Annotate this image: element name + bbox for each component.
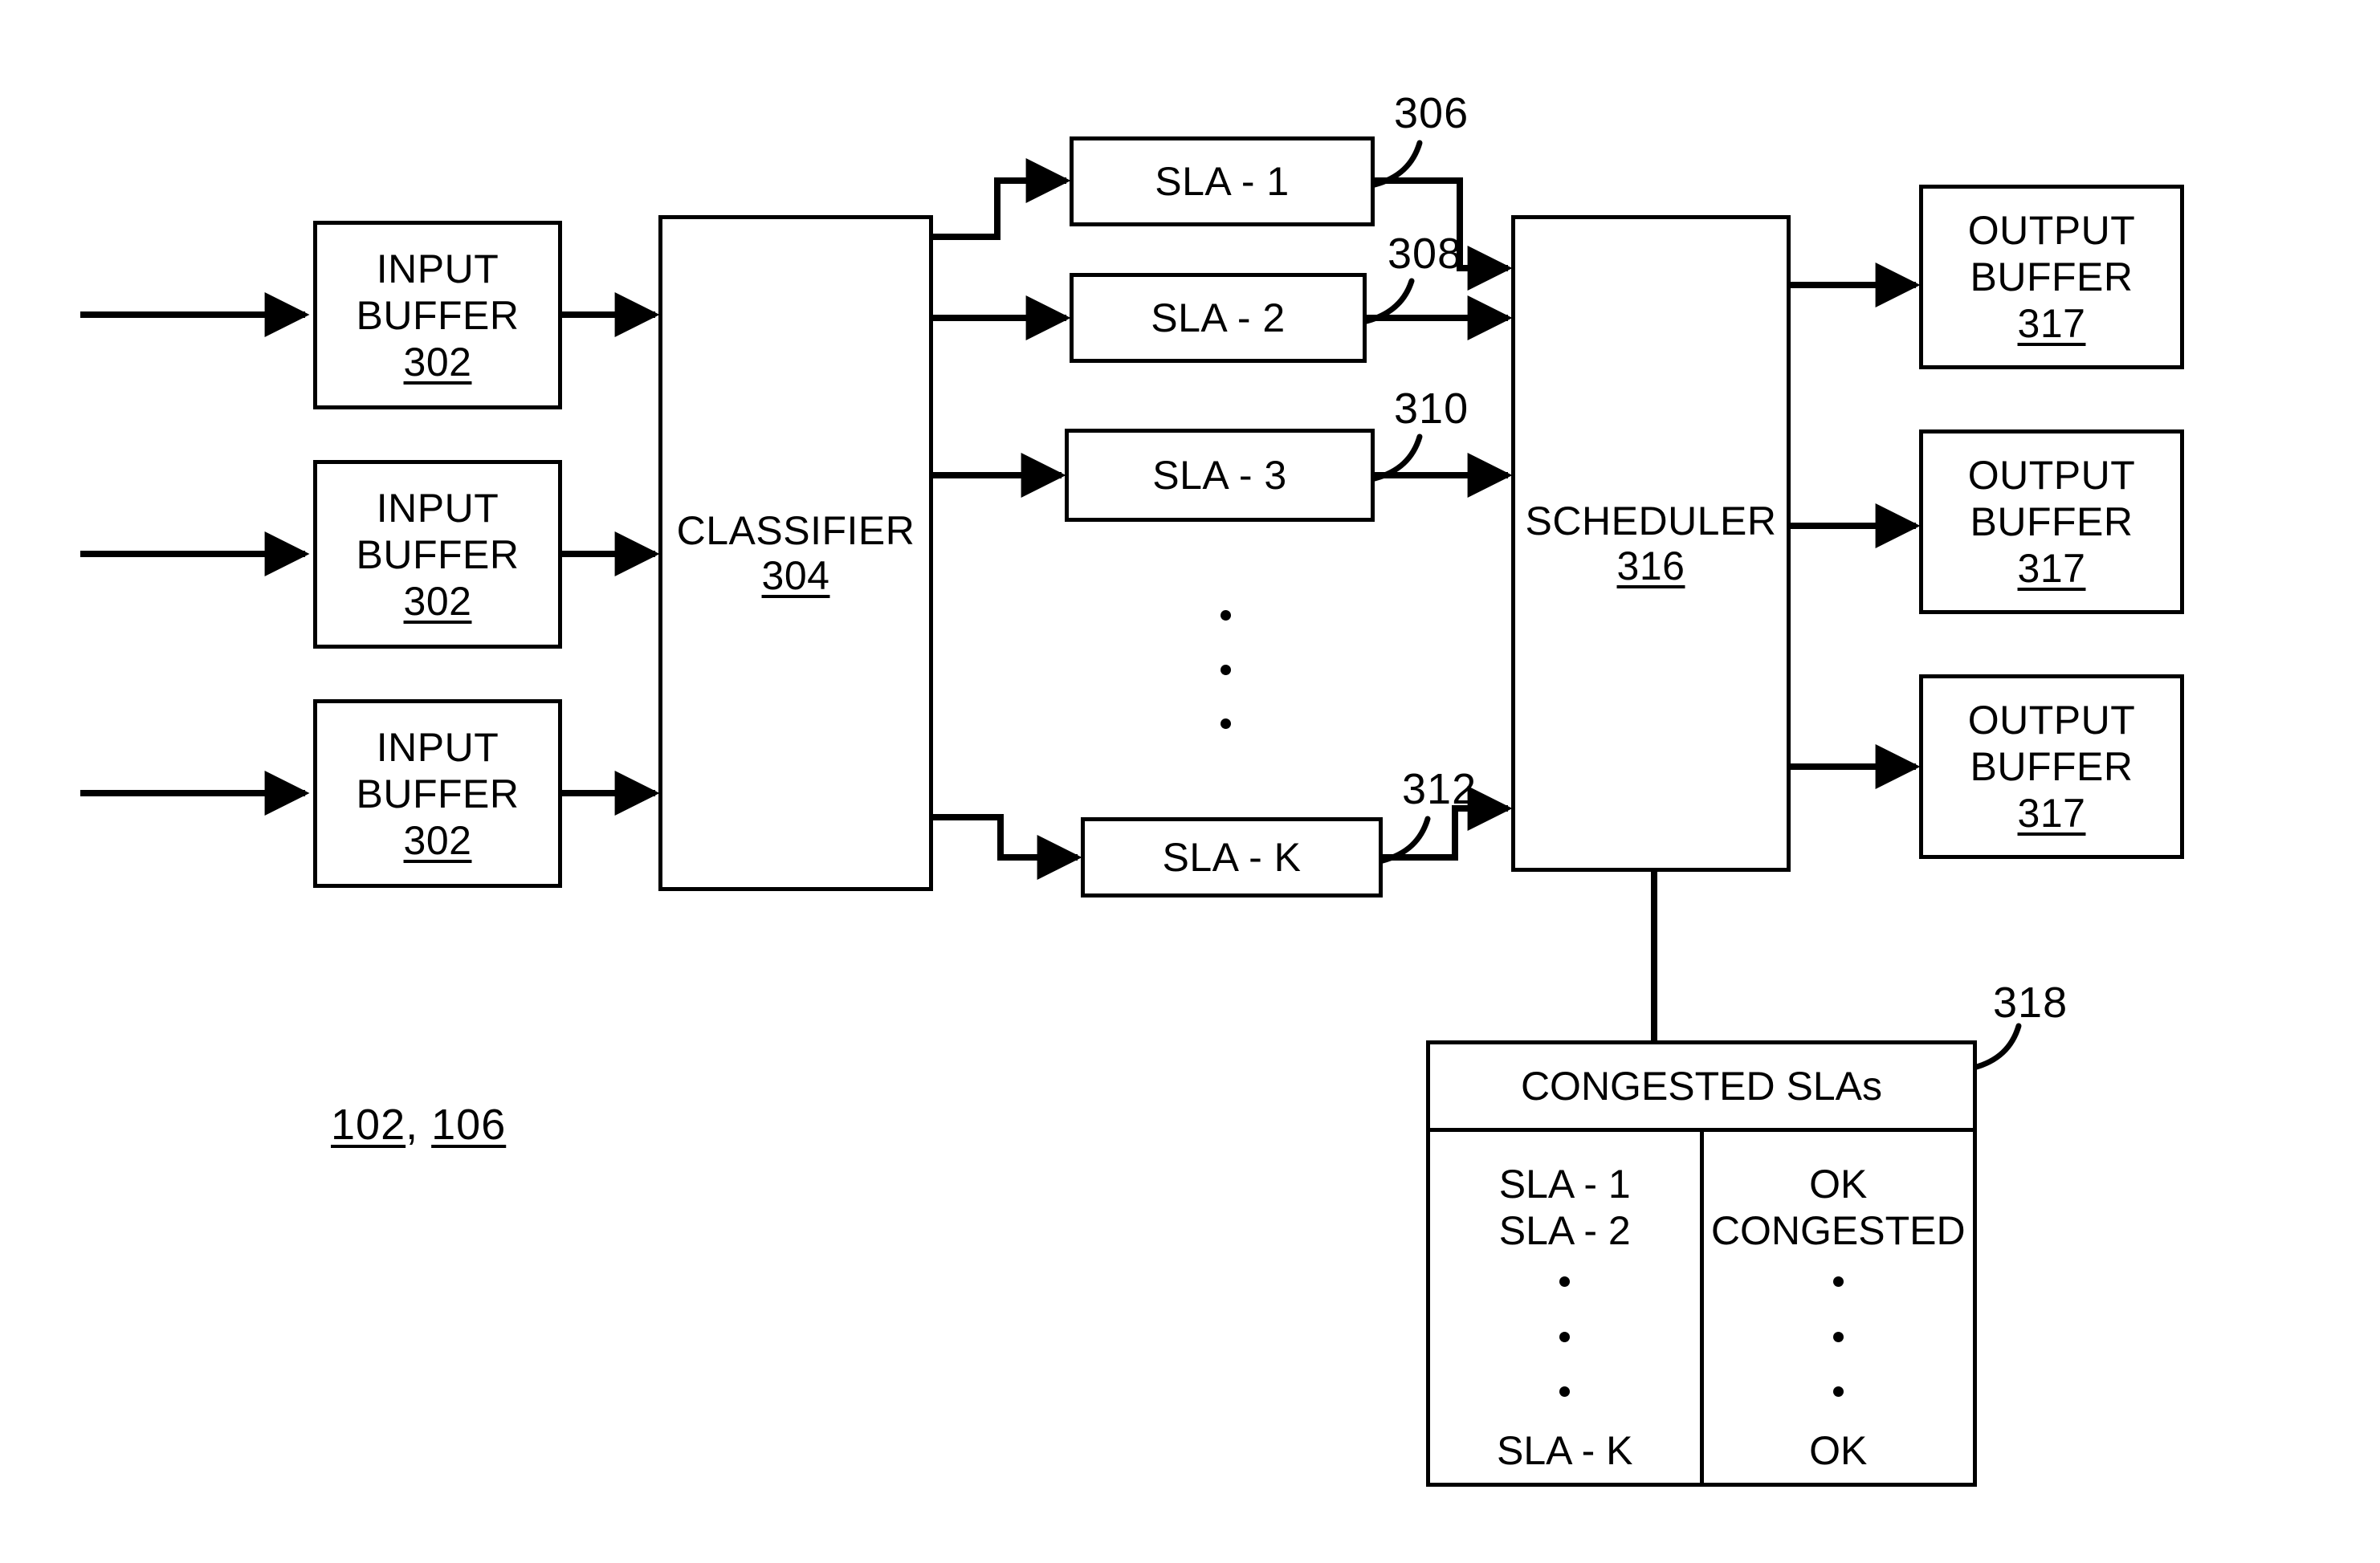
table-row: SLA - K xyxy=(1496,1428,1633,1473)
reference-numeral-310: 310 xyxy=(1394,385,1469,433)
scheduler-label: SCHEDULER xyxy=(1525,499,1777,543)
table-row: SLA - 1 xyxy=(1498,1162,1631,1207)
input-buffer-2: INPUT BUFFER 302 xyxy=(313,460,562,649)
congested-slas-body: SLA - 1 SLA - 2 SLA - K OK CONGESTED OK xyxy=(1430,1132,1973,1483)
system-reference-tag-102: 102 xyxy=(331,1101,406,1149)
classifier-block: CLASSIFIER 304 xyxy=(658,215,933,891)
input-buffer-1: INPUT BUFFER 302 xyxy=(313,221,562,409)
reference-numeral-318: 318 xyxy=(1993,979,2068,1027)
output-buffer-2-line1: OUTPUT xyxy=(1967,453,2136,498)
system-reference-tag-106: 106 xyxy=(431,1101,507,1149)
output-buffer-3-ref: 317 xyxy=(2017,791,2086,836)
congested-slas-status-column: OK CONGESTED OK xyxy=(1704,1132,1974,1483)
status-column-ellipsis xyxy=(1832,1276,1844,1397)
patent-figure: INPUT BUFFER 302 INPUT BUFFER 302 INPUT … xyxy=(0,0,2380,1563)
sla-queue-ellipsis xyxy=(1221,610,1231,729)
output-buffer-3-line1: OUTPUT xyxy=(1967,698,2136,743)
ellipsis-dot xyxy=(1832,1276,1844,1287)
status-badge: OK xyxy=(1809,1162,1868,1207)
output-buffer-3: OUTPUT BUFFER 317 xyxy=(1919,674,2184,859)
input-buffer-1-line2: BUFFER xyxy=(356,292,520,338)
output-buffer-3-line2: BUFFER xyxy=(1970,744,2133,789)
sla-queue-1: SLA - 1 xyxy=(1070,136,1375,226)
sla-queue-3: SLA - 3 xyxy=(1065,429,1375,522)
input-buffer-2-line1: INPUT xyxy=(376,485,499,531)
output-buffer-2-ref: 317 xyxy=(2017,546,2086,591)
congested-slas-table: CONGESTED SLAs SLA - 1 SLA - 2 SLA - K O… xyxy=(1426,1040,1977,1487)
reference-numeral-312: 312 xyxy=(1402,765,1477,813)
classifier-label: CLASSIFIER xyxy=(676,508,915,553)
input-buffer-3-ref: 302 xyxy=(403,817,472,863)
output-buffer-2-line2: BUFFER xyxy=(1970,499,2133,544)
table-row: SLA - 2 xyxy=(1498,1208,1631,1253)
ellipsis-dot xyxy=(1559,1331,1571,1342)
sla-queue-3-label: SLA - 3 xyxy=(1152,453,1287,498)
input-buffer-2-line2: BUFFER xyxy=(356,531,520,577)
ellipsis-dot xyxy=(1559,1386,1571,1397)
ellipsis-dot xyxy=(1832,1331,1844,1342)
input-buffer-3-line1: INPUT xyxy=(376,724,499,770)
sla-queue-2-label: SLA - 2 xyxy=(1151,295,1286,340)
ellipsis-dot xyxy=(1559,1276,1571,1287)
scheduler-block: SCHEDULER 316 xyxy=(1511,215,1791,872)
ellipsis-dot xyxy=(1221,664,1231,675)
ellipsis-dot xyxy=(1221,718,1231,729)
input-buffer-3: INPUT BUFFER 302 xyxy=(313,699,562,888)
output-buffer-2: OUTPUT BUFFER 317 xyxy=(1919,429,2184,614)
congested-slas-header: CONGESTED SLAs xyxy=(1430,1044,1973,1132)
output-buffer-1: OUTPUT BUFFER 317 xyxy=(1919,185,2184,369)
input-buffer-2-ref: 302 xyxy=(403,578,472,624)
input-buffer-3-line2: BUFFER xyxy=(356,771,520,816)
input-buffer-1-line1: INPUT xyxy=(376,246,499,291)
output-buffer-1-line1: OUTPUT xyxy=(1967,208,2136,253)
sla-queue-k: SLA - K xyxy=(1081,817,1383,898)
reference-numeral-308: 308 xyxy=(1388,230,1463,278)
scheduler-ref: 316 xyxy=(1616,543,1685,588)
reference-numeral-306: 306 xyxy=(1394,89,1469,137)
system-reference-tag-separator: , xyxy=(405,1101,432,1149)
output-buffer-1-ref: 317 xyxy=(2017,301,2086,346)
status-badge: OK xyxy=(1809,1428,1868,1473)
congested-slas-name-column: SLA - 1 SLA - 2 SLA - K xyxy=(1430,1132,1704,1483)
input-buffer-1-ref: 302 xyxy=(403,339,472,385)
name-column-ellipsis xyxy=(1559,1276,1571,1397)
system-reference-tag: 102, 106 xyxy=(331,1100,506,1150)
sla-queue-k-label: SLA - K xyxy=(1162,835,1302,880)
ellipsis-dot xyxy=(1832,1386,1844,1397)
output-buffer-1-line2: BUFFER xyxy=(1970,254,2133,299)
ellipsis-dot xyxy=(1221,610,1231,621)
sla-queue-1-label: SLA - 1 xyxy=(1155,159,1290,204)
sla-queue-2: SLA - 2 xyxy=(1070,273,1367,363)
classifier-ref: 304 xyxy=(761,553,830,598)
status-badge: CONGESTED xyxy=(1710,1208,1966,1253)
